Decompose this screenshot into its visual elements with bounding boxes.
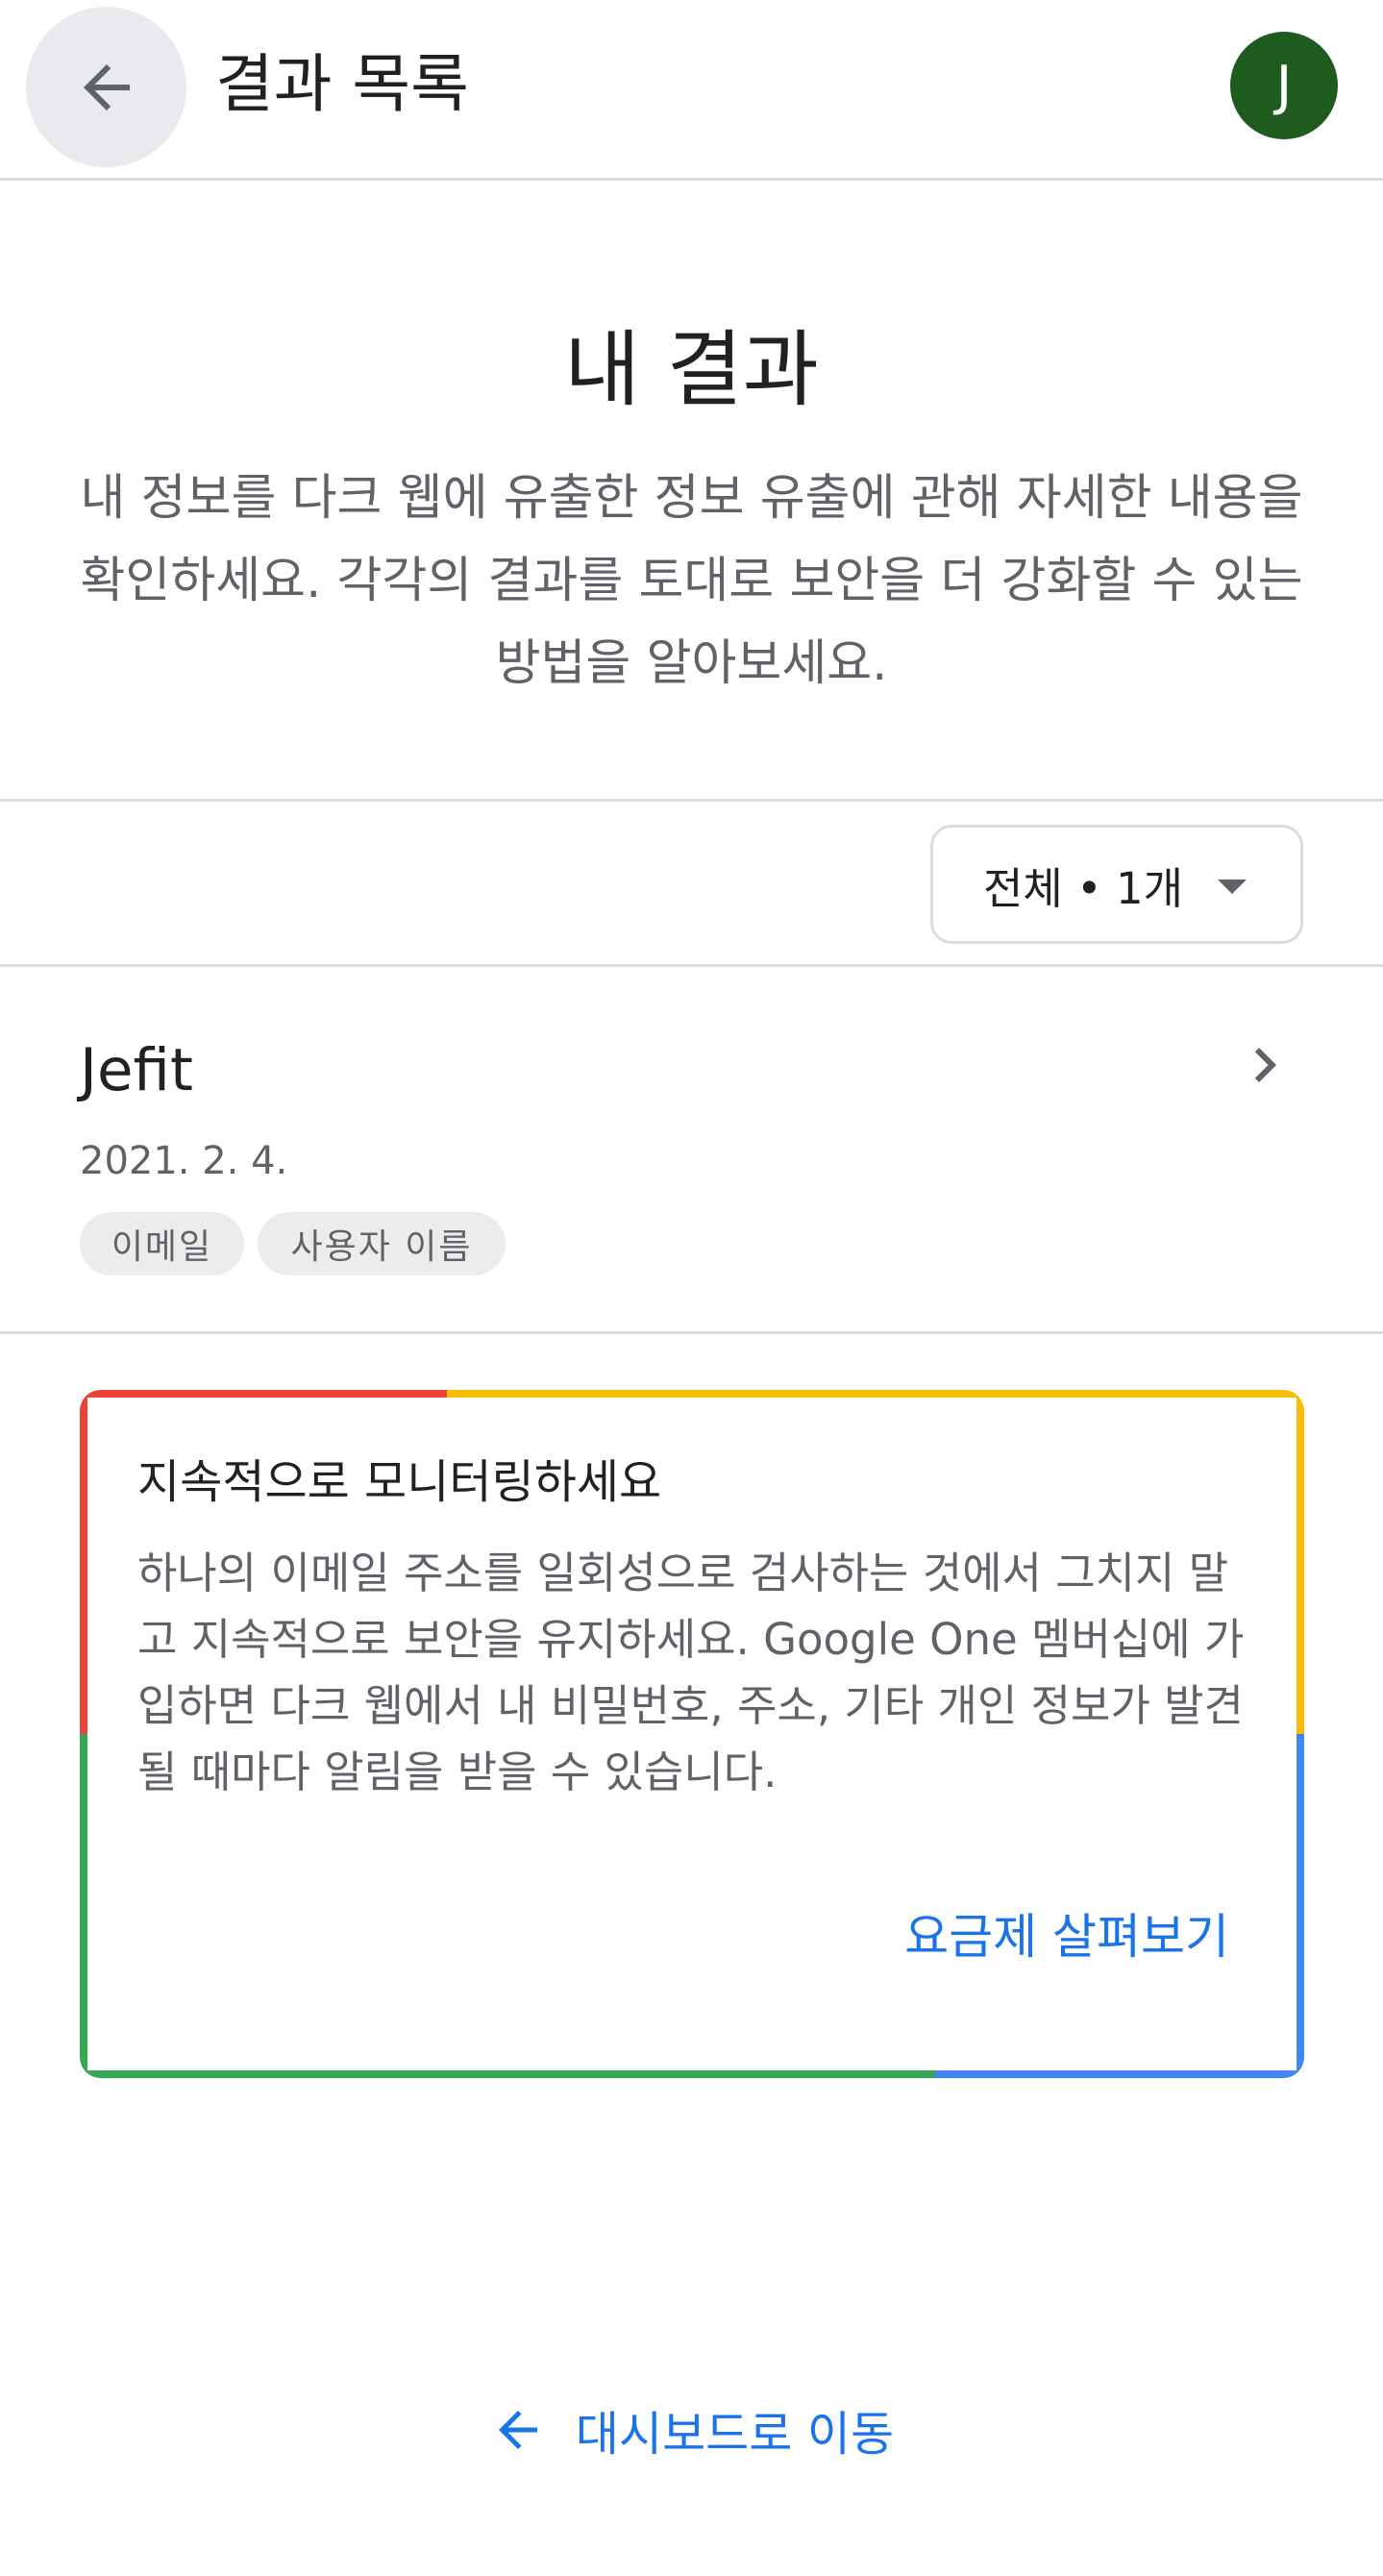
chevron-right-icon [1254, 1048, 1276, 1082]
top-app-bar: 결과 목록 J [0, 0, 1383, 181]
results-description: 내 정보를 다크 웹에 유출한 정보 유출에 관해 자세한 내용을 확인하세요.… [80, 470, 1303, 692]
exposed-data-chip: 사용자 이름 [258, 1212, 506, 1276]
card-border-segment [80, 1390, 447, 1398]
breach-date: 2021. 2. 4. [80, 1139, 288, 1183]
filter-dropdown-value: 전체 • 1개 [983, 862, 1183, 914]
account-avatar[interactable]: J [1230, 32, 1338, 139]
card-border-segment [1297, 1734, 1304, 2078]
results-page: 결과 목록 J 내 결과 내 정보를 다크 웹에 유출한 정보 유출에 관해 자… [0, 0, 1383, 2576]
results-header: 내 결과 내 정보를 다크 웹에 유출한 정보 유출에 관해 자세한 내용을 확… [0, 183, 1383, 802]
exposed-data-chip: 이메일 [80, 1212, 244, 1276]
filter-dropdown[interactable]: 전체 • 1개 [930, 825, 1303, 944]
card-border-segment [1297, 1390, 1304, 1734]
card-border-segment [935, 2070, 1304, 2078]
promo-title: 지속적으로 모니터링하세요 [137, 1455, 662, 1509]
dropdown-arrow-icon [1218, 879, 1247, 894]
card-border-segment [80, 1390, 87, 1734]
go-to-dashboard-link[interactable]: 대시보드로 이동 [0, 2391, 1383, 2468]
card-border-segment [80, 2070, 935, 2078]
breach-site-name: Jefit [80, 1036, 193, 1104]
card-border-segment [447, 1390, 1304, 1398]
card-border-segment [80, 1734, 87, 2078]
view-plans-link[interactable]: 요금제 살펴보기 [904, 1903, 1229, 1970]
filter-bar: 전체 • 1개 [0, 804, 1383, 967]
monitoring-promo-card: 지속적으로 모니터링하세요 하나의 이메일 주소를 일회성으로 검사하는 것에서… [80, 1390, 1304, 2078]
dashboard-link-label: 대시보드로 이동 [575, 2406, 895, 2462]
breach-result-item[interactable]: Jefit 2021. 2. 4. 이메일 사용자 이름 [0, 969, 1383, 1334]
page-title: 결과 목록 [215, 47, 469, 121]
arrow-back-icon [83, 63, 130, 111]
promo-body: 하나의 이메일 주소를 일회성으로 검사하는 것에서 그치지 말고 지속적으로 … [137, 1548, 1245, 1797]
arrow-back-icon [498, 2411, 537, 2449]
results-heading: 내 결과 [564, 322, 819, 418]
promo-content: 지속적으로 모니터링하세요 하나의 이메일 주소를 일회성으로 검사하는 것에서… [87, 1398, 1297, 2070]
back-button[interactable] [26, 7, 186, 167]
